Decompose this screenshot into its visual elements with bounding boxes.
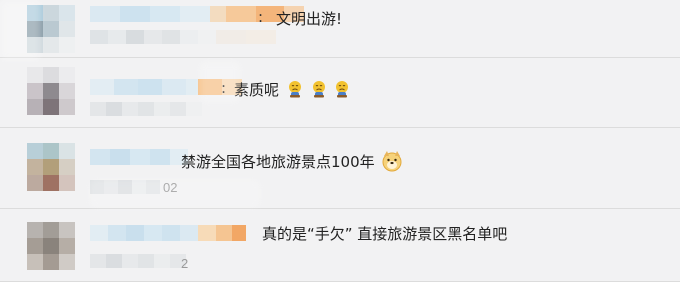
username[interactable]: [90, 149, 188, 165]
comment-meta: [90, 102, 202, 116]
sad-emoji-icon: [336, 81, 349, 98]
comment-item: 真的是“手欠” 直接旅游景区黑名单吧 2: [0, 208, 680, 282]
blur-overlay: [200, 62, 240, 102]
doge-emoji-icon: [382, 151, 402, 172]
blur-overlay: [0, 0, 40, 60]
username[interactable]: [90, 225, 246, 241]
blur-overlay: [90, 180, 260, 208]
comment-text-body: 禁游全国各地旅游景点100年: [181, 153, 375, 171]
comment-meta: [90, 30, 276, 44]
comment-text: 真的是“手欠” 直接旅游景区黑名单吧: [262, 225, 508, 243]
comment-item: : 素质呢: [0, 57, 680, 128]
comment-meta: [90, 254, 186, 268]
sad-emoji-icon: [312, 81, 325, 98]
comment-item: : 文明出游!: [0, 0, 680, 58]
comment-text: 文明出游!: [276, 10, 343, 28]
comment-list: : 文明出游! : 素质呢 禁游全国各地旅游景点100年 02 真的是“手欠” …: [0, 0, 680, 282]
comment-text-body: 素质呢: [234, 81, 280, 99]
avatar[interactable]: [27, 222, 75, 270]
comment-time: 2: [181, 256, 189, 271]
username[interactable]: [90, 6, 304, 22]
avatar[interactable]: [27, 67, 75, 115]
comment-text: 素质呢: [234, 79, 350, 100]
comment-text: 禁游全国各地旅游景点100年: [181, 150, 403, 172]
sad-emoji-icon: [288, 81, 301, 98]
avatar[interactable]: [27, 143, 75, 191]
separator: :: [258, 8, 264, 26]
